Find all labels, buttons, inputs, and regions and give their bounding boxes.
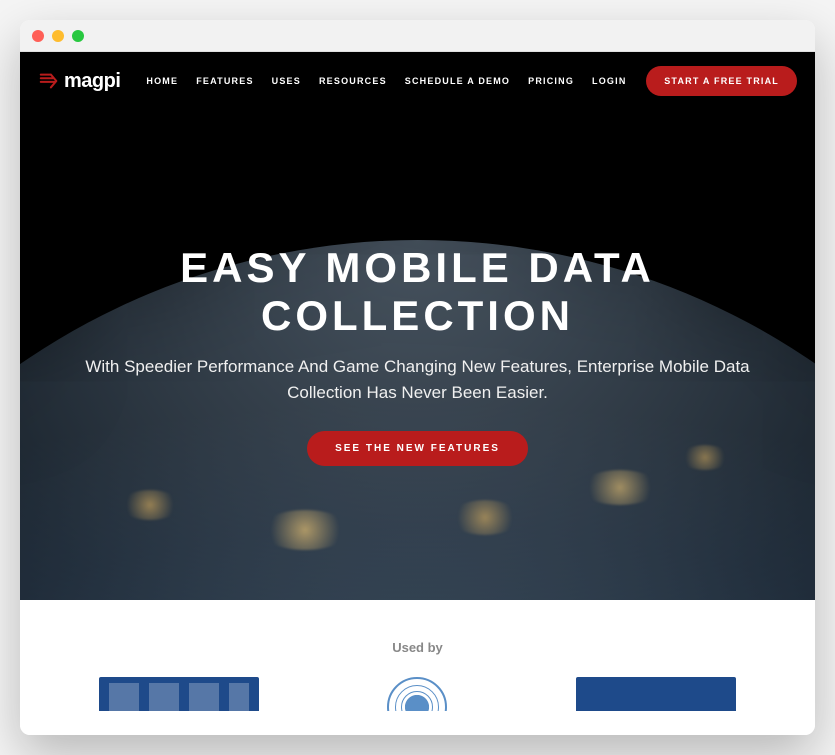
nav-login[interactable]: LOGIN [592, 76, 627, 86]
nav-resources[interactable]: RESOURCES [319, 76, 387, 86]
window-titlebar [20, 20, 815, 52]
minimize-icon[interactable] [52, 30, 64, 42]
brand-logo[interactable]: magpi [38, 70, 120, 93]
start-free-trial-button[interactable]: START A FREE TRIAL [646, 66, 797, 96]
nav-schedule-demo[interactable]: SCHEDULE A DEMO [405, 76, 510, 86]
client-logo-partner [576, 677, 736, 711]
see-new-features-button[interactable]: SEE THE NEW FEATURES [307, 431, 528, 466]
hero-text-block: EASY MOBILE DATA COLLECTION With Speedie… [20, 244, 815, 467]
client-logo-row [20, 677, 815, 711]
top-nav: magpi HOME FEATURES USES RESOURCES SCHED… [20, 52, 815, 110]
traffic-lights [32, 30, 84, 42]
hero-section: EASY MOBILE DATA COLLECTION With Speedie… [20, 110, 815, 600]
brand-mark-icon [38, 70, 60, 92]
maximize-icon[interactable] [72, 30, 84, 42]
page-content: magpi HOME FEATURES USES RESOURCES SCHED… [20, 52, 815, 735]
nav-links: HOME FEATURES USES RESOURCES SCHEDULE A … [146, 76, 630, 86]
used-by-section: Used by [20, 600, 815, 735]
nav-pricing[interactable]: PRICING [528, 76, 574, 86]
brand-name: magpi [64, 70, 120, 93]
nav-uses[interactable]: USES [272, 76, 301, 86]
close-icon[interactable] [32, 30, 44, 42]
used-by-label: Used by [20, 640, 815, 655]
hero-title: EASY MOBILE DATA COLLECTION [60, 244, 775, 341]
browser-window: magpi HOME FEATURES USES RESOURCES SCHED… [20, 20, 815, 735]
nav-features[interactable]: FEATURES [196, 76, 253, 86]
client-logo-cdc [99, 677, 259, 711]
nav-home[interactable]: HOME [146, 76, 178, 86]
client-logo-who [337, 677, 497, 711]
hero-subtitle: With Speedier Performance And Game Chang… [60, 354, 775, 405]
